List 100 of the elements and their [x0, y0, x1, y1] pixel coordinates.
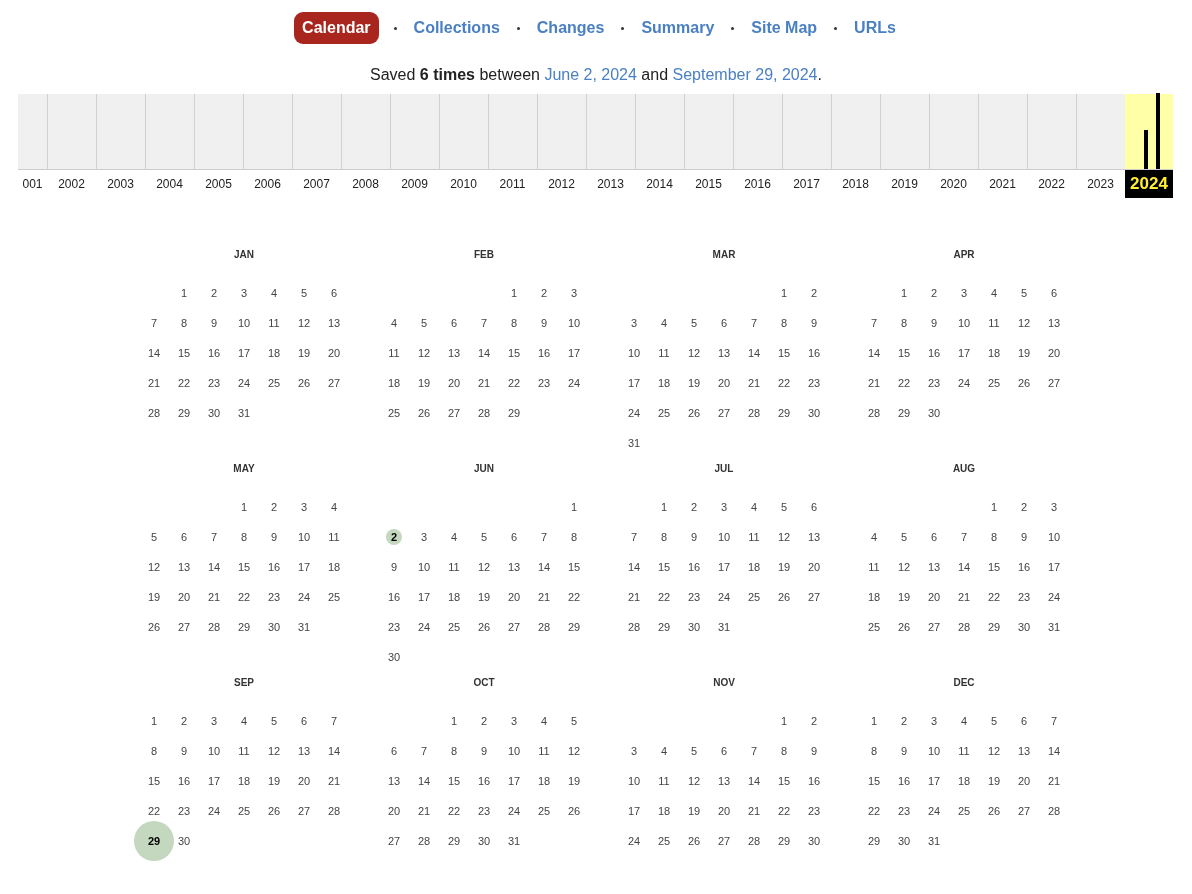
calendar-day: 2	[270, 498, 278, 516]
calendar-day: 3	[570, 284, 578, 302]
calendar-day: 20	[447, 374, 461, 392]
calendar-day: 24	[297, 588, 311, 606]
calendar-day: 21	[627, 588, 641, 606]
year-label[interactable]: 2017	[793, 175, 820, 193]
nav-tab[interactable]: Changes	[534, 16, 607, 40]
calendar-day: 20	[177, 588, 191, 606]
year-label[interactable]: 2007	[303, 175, 330, 193]
calendar-day: 2	[900, 712, 908, 730]
calendar-day: 13	[387, 772, 401, 790]
calendar-day: 29	[867, 832, 881, 850]
calendar-day: 7	[480, 314, 488, 332]
calendar-day: 16	[267, 558, 281, 576]
calendar-day: 21	[207, 588, 221, 606]
year-label[interactable]: 2005	[205, 175, 232, 193]
calendar-day: 3	[300, 498, 308, 516]
calendar-day: 8	[180, 314, 188, 332]
year-column[interactable]	[1125, 94, 1173, 170]
calendar-day: 17	[927, 772, 941, 790]
year-label[interactable]: 001	[22, 175, 43, 193]
calendar-day: 6	[450, 314, 458, 332]
year-label[interactable]: 2006	[254, 175, 281, 193]
calendar-day: 6	[1050, 284, 1058, 302]
calendar-day: 22	[987, 588, 1001, 606]
calendar-day: 19	[777, 558, 791, 576]
calendar-day: 31	[237, 404, 251, 422]
calendar-day: 27	[297, 802, 311, 820]
year-label[interactable]: 2002	[58, 175, 85, 193]
year-label[interactable]: 2004	[156, 175, 183, 193]
calendar-day: 20	[927, 588, 941, 606]
calendar-day: 23	[477, 802, 491, 820]
calendar-day: 6	[720, 742, 728, 760]
summary-text: Saved 6 times between June 2, 2024 and September 29, 2024.	[369, 65, 823, 85]
calendar-day: 26	[297, 374, 311, 392]
snapshot-day[interactable]: 2	[386, 529, 402, 545]
calendar-day: 29	[567, 618, 581, 636]
calendar-day: 28	[207, 618, 221, 636]
year-label[interactable]: 2019	[891, 175, 918, 193]
last-capture-link[interactable]: September 29, 2024	[672, 66, 818, 83]
year-label[interactable]: 2020	[940, 175, 967, 193]
calendar-day: 14	[747, 772, 761, 790]
year-label[interactable]: 2009	[401, 175, 428, 193]
calendar-day: 11	[988, 314, 1000, 332]
nav-tab[interactable]: Summary	[639, 16, 717, 40]
year-label[interactable]: 2014	[646, 175, 673, 193]
calendar-day: 27	[387, 832, 401, 850]
calendar-day: 13	[927, 558, 941, 576]
year-label[interactable]: 2024	[1125, 170, 1173, 198]
calendar-day: 16	[537, 344, 551, 362]
calendar-day: 31	[297, 618, 311, 636]
calendar-day: 14	[477, 344, 491, 362]
year-label[interactable]: 2011	[499, 175, 526, 193]
calendar-day: 12	[147, 558, 161, 576]
calendar-day: 10	[1047, 528, 1061, 546]
calendar-day: 26	[1017, 374, 1031, 392]
calendar-day: 11	[268, 314, 280, 332]
calendar-day: 28	[747, 832, 761, 850]
calendar-day: 1	[180, 284, 188, 302]
calendar-day: 23	[927, 374, 941, 392]
nav-tab[interactable]: Site Map	[749, 16, 820, 40]
calendar-day: 5	[480, 528, 488, 546]
year-label[interactable]: 2008	[352, 175, 379, 193]
snapshot-day[interactable]: 29	[134, 821, 174, 861]
nav-tab[interactable]: Calendar	[294, 12, 379, 44]
year-label[interactable]: 2018	[842, 175, 869, 193]
calendar-day: 21	[867, 374, 881, 392]
calendar-day: 18	[327, 558, 341, 576]
year-label[interactable]: 2013	[597, 175, 624, 193]
nav-tab[interactable]: Collections	[411, 16, 502, 40]
year-label[interactable]: 2010	[450, 175, 477, 193]
calendar-day: 15	[147, 772, 161, 790]
calendar-day: 5	[300, 284, 308, 302]
calendar-day: 22	[657, 588, 671, 606]
calendar-day: 28	[327, 802, 341, 820]
calendar-day: 14	[327, 742, 341, 760]
calendar-day: 9	[480, 742, 488, 760]
calendar-day: 9	[390, 558, 398, 576]
calendar-day: 7	[1050, 712, 1058, 730]
year-label[interactable]: 2016	[744, 175, 771, 193]
year-label[interactable]: 2012	[548, 175, 575, 193]
first-capture-link[interactable]: June 2, 2024	[544, 66, 637, 83]
calendar-day: 9	[1020, 528, 1028, 546]
calendar-day: 26	[777, 588, 791, 606]
year-label[interactable]: 2021	[989, 175, 1016, 193]
calendar-day: 14	[1047, 742, 1061, 760]
year-label[interactable]: 2003	[107, 175, 134, 193]
calendar-day: 25	[867, 618, 881, 636]
calendar-day: 13	[1047, 314, 1061, 332]
month-name: JUL	[714, 462, 734, 476]
calendar-day: 12	[417, 344, 431, 362]
calendar-day: 30	[807, 404, 821, 422]
year-label[interactable]: 2022	[1038, 175, 1065, 193]
year-label[interactable]: 2015	[695, 175, 722, 193]
calendar-day: 31	[927, 832, 941, 850]
nav-tab[interactable]: URLs	[852, 16, 898, 40]
month-name: NOV	[713, 676, 735, 690]
calendar-day: 10	[627, 772, 641, 790]
calendar-day: 16	[1017, 558, 1031, 576]
year-label[interactable]: 2023	[1087, 175, 1114, 193]
